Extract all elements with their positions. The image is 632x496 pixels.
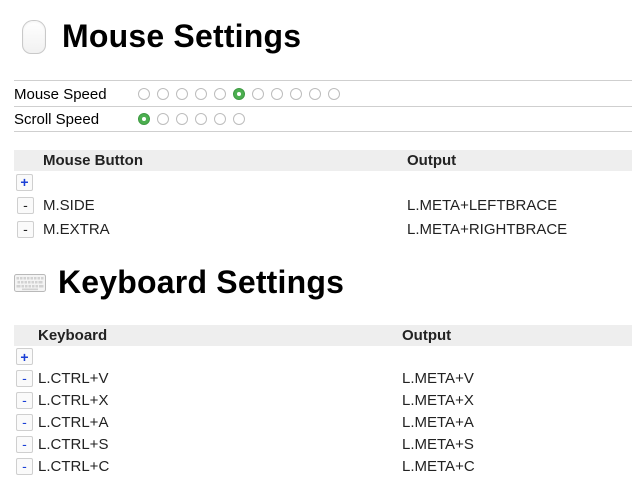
output-cell: L.META+LEFTBRACE bbox=[407, 196, 558, 214]
table-row: - L.CTRL+V L.META+V bbox=[14, 367, 632, 389]
table-row: - M.SIDE L.META+LEFTBRACE bbox=[14, 193, 632, 217]
mouse-speed-radio-9[interactable] bbox=[290, 88, 302, 100]
keyboard-table: Keyboard Output + - L.CTRL+V L.META+V - … bbox=[14, 325, 632, 477]
add-row: + bbox=[14, 171, 632, 193]
keyboard-settings-title: Keyboard Settings bbox=[58, 264, 345, 300]
table-row: - L.CTRL+A L.META+A bbox=[14, 411, 632, 433]
output-cell: L.META+C bbox=[402, 457, 475, 475]
keyboard-cell: L.CTRL+X bbox=[38, 391, 109, 409]
remove-mapping-button[interactable]: - bbox=[17, 220, 34, 238]
table-header: Mouse Button Output bbox=[14, 150, 632, 171]
scroll-speed-label: Scroll Speed bbox=[14, 110, 100, 128]
remove-mapping-button[interactable]: - bbox=[17, 196, 34, 214]
mouse-speed-row: Mouse Speed bbox=[14, 82, 632, 106]
output-cell: L.META+A bbox=[402, 413, 474, 431]
scroll-speed-row: Scroll Speed bbox=[14, 107, 632, 131]
mouse-speed-radio-6[interactable] bbox=[233, 88, 245, 100]
keyboard-cell: L.CTRL+S bbox=[38, 435, 109, 453]
mouse-icon bbox=[22, 19, 46, 54]
mouse-speed-label: Mouse Speed bbox=[14, 85, 107, 103]
mouse-button-cell: M.SIDE bbox=[43, 196, 95, 214]
table-header: Keyboard Output bbox=[14, 325, 632, 346]
add-key-mapping-button[interactable]: + bbox=[16, 348, 33, 365]
column-header-keyboard: Keyboard bbox=[38, 327, 108, 344]
add-row: + bbox=[14, 346, 632, 367]
output-cell: L.META+RIGHTBRACE bbox=[407, 220, 568, 238]
add-mouse-mapping-button[interactable]: + bbox=[16, 173, 33, 191]
mouse-speed-radio-3[interactable] bbox=[176, 88, 188, 100]
mouse-speed-radio-2[interactable] bbox=[157, 88, 169, 100]
table-row: - L.CTRL+X L.META+X bbox=[14, 389, 632, 411]
output-cell: L.META+V bbox=[402, 369, 474, 387]
divider bbox=[14, 80, 632, 81]
mouse-settings-title: Mouse Settings bbox=[62, 18, 302, 54]
column-header-mouse-button: Mouse Button bbox=[43, 152, 143, 169]
mouse-speed-radio-8[interactable] bbox=[271, 88, 283, 100]
scroll-speed-radio-1[interactable] bbox=[138, 113, 150, 125]
scroll-speed-radio-3[interactable] bbox=[176, 113, 188, 125]
output-cell: L.META+X bbox=[402, 391, 474, 409]
keyboard-cell: L.CTRL+A bbox=[38, 413, 109, 431]
mouse-speed-radio-group bbox=[138, 88, 347, 100]
remove-mapping-button[interactable]: - bbox=[16, 369, 33, 387]
output-cell: L.META+S bbox=[402, 435, 474, 453]
mouse-speed-radio-7[interactable] bbox=[252, 88, 264, 100]
mouse-button-cell: M.EXTRA bbox=[43, 220, 110, 238]
column-header-output: Output bbox=[407, 152, 457, 169]
mouse-speed-radio-1[interactable] bbox=[138, 88, 150, 100]
scroll-speed-radio-2[interactable] bbox=[157, 113, 169, 125]
mouse-speed-radio-5[interactable] bbox=[214, 88, 226, 100]
scroll-speed-radio-group bbox=[138, 113, 252, 125]
table-row: - M.EXTRA L.META+RIGHTBRACE bbox=[14, 217, 632, 241]
mouse-speed-radio-10[interactable] bbox=[309, 88, 321, 100]
remove-mapping-button[interactable]: - bbox=[16, 413, 33, 431]
keyboard-cell: L.CTRL+C bbox=[38, 457, 110, 475]
mouse-speed-radio-4[interactable] bbox=[195, 88, 207, 100]
keyboard-settings-heading: Keyboard Settings bbox=[14, 264, 344, 301]
column-header-output: Output bbox=[402, 327, 452, 344]
mouse-settings-heading: Mouse Settings bbox=[14, 18, 301, 55]
scroll-speed-radio-6[interactable] bbox=[233, 113, 245, 125]
mouse-speed-radio-11[interactable] bbox=[328, 88, 340, 100]
remove-mapping-button[interactable]: - bbox=[16, 391, 33, 409]
mouse-button-table: Mouse Button Output + - M.SIDE L.META+LE… bbox=[14, 150, 632, 241]
table-row: - L.CTRL+C L.META+C bbox=[14, 455, 632, 477]
keyboard-icon bbox=[14, 273, 46, 292]
remove-mapping-button[interactable]: - bbox=[16, 435, 33, 453]
remove-mapping-button[interactable]: - bbox=[16, 457, 33, 475]
keyboard-cell: L.CTRL+V bbox=[38, 369, 109, 387]
scroll-speed-radio-4[interactable] bbox=[195, 113, 207, 125]
divider bbox=[14, 131, 632, 132]
table-row: - L.CTRL+S L.META+S bbox=[14, 433, 632, 455]
scroll-speed-radio-5[interactable] bbox=[214, 113, 226, 125]
